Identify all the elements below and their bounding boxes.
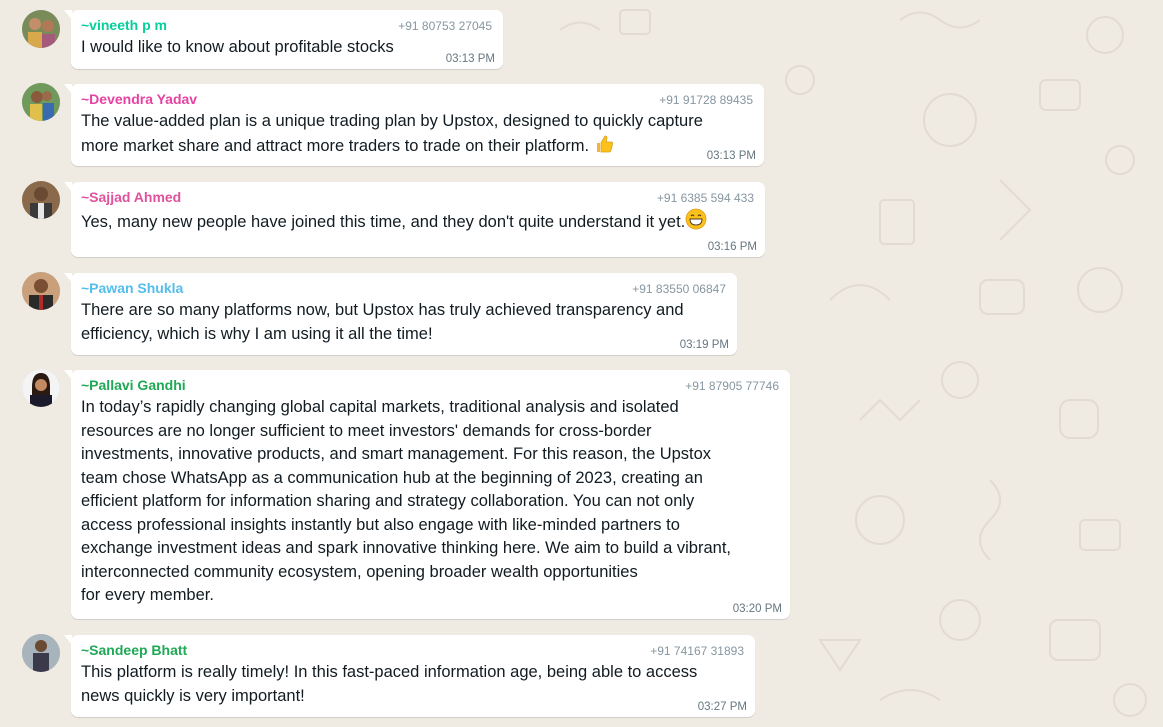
message-text-content: Yes, many new people have joined this ti… [81, 213, 686, 231]
message-time: 03:19 PM [679, 339, 729, 351]
sender-phone: +91 80753 27045 [398, 19, 492, 33]
sender-phone: +91 87905 77746 [685, 379, 779, 393]
sender-name[interactable]: ~Pallavi Gandhi [81, 377, 186, 393]
sender-phone: +91 6385 594 433 [656, 191, 754, 205]
avatar[interactable] [22, 181, 60, 219]
sender-name[interactable]: ~Sandeep Bhatt [81, 642, 187, 658]
message-bubble[interactable]: ~Pallavi Gandhi +91 87905 77746 In today… [64, 370, 790, 619]
message-bubble[interactable]: ~vineeth p m +91 80753 27045 I would lik… [64, 10, 503, 69]
sender-name[interactable]: ~Pawan Shukla [81, 280, 183, 296]
message-text: I would like to know about profitable st… [81, 38, 394, 56]
message-text: Yes, many new people have joined this ti… [81, 208, 755, 238]
message-time: 03:20 PM [732, 603, 782, 615]
message-text: The value-added plan is a unique trading… [81, 110, 754, 161]
message-text: In today’s rapidly changing global capit… [81, 398, 731, 604]
message-text: This platform is really timely! In this … [81, 663, 698, 705]
avatar[interactable] [22, 272, 60, 310]
message-time: 03:27 PM [697, 701, 747, 713]
grinning-face-emoji-icon [685, 208, 707, 238]
message-bubble[interactable]: ~Sandeep Bhatt +91 74167 31893 This plat… [64, 635, 755, 717]
sender-name[interactable]: ~vineeth p m [81, 17, 167, 33]
avatar[interactable] [22, 369, 60, 407]
message-bubble[interactable]: ~Devendra Yadav +91 91728 89435 The valu… [64, 84, 764, 166]
sender-phone: +91 83550 06847 [632, 282, 726, 296]
message-bubble[interactable]: ~Pawan Shukla +91 83550 06847 There are … [64, 273, 737, 355]
message-bubble[interactable]: ~Sajjad Ahmed +91 6385 594 433 Yes, many… [64, 182, 765, 257]
sender-name[interactable]: ~Sajjad Ahmed [81, 189, 181, 205]
avatar[interactable] [22, 10, 60, 48]
sender-name[interactable]: ~Devendra Yadav [81, 91, 197, 107]
avatar[interactable] [22, 634, 60, 672]
sender-phone: +91 74167 31893 [650, 644, 744, 658]
sender-phone: +91 91728 89435 [659, 93, 753, 107]
message-time: 03:13 PM [445, 53, 495, 65]
message-text: There are so many platforms now, but Ups… [81, 301, 684, 343]
thumbs-up-emoji-icon [594, 134, 614, 162]
message-time: 03:16 PM [707, 241, 757, 253]
avatar[interactable] [22, 83, 60, 121]
message-time: 03:13 PM [706, 150, 756, 162]
